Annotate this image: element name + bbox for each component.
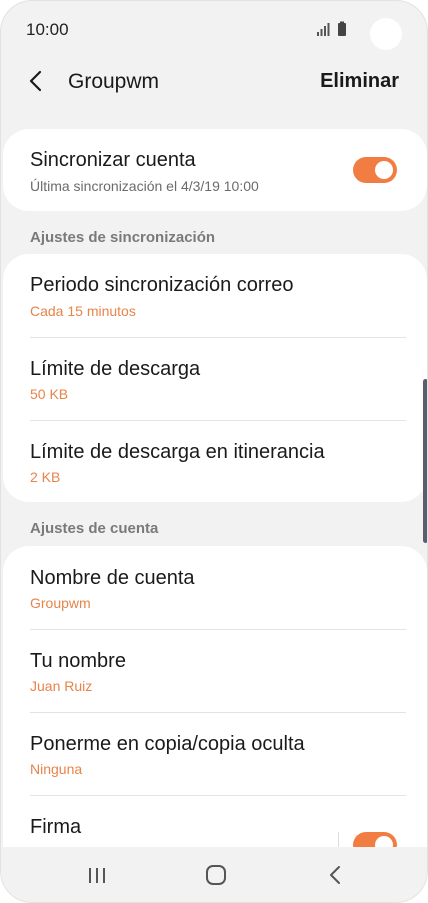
toggle-knob [375,161,393,179]
battery-icon [338,21,346,36]
download-limit-value: 50 KB [30,386,69,402]
sync-settings-card: Periodo sincronización correo Cada 15 mi… [3,254,427,502]
status-bar: 10:00 [1,1,427,57]
recent-apps-icon[interactable] [83,863,111,887]
sync-settings-header: Ajustes de sincronización [30,229,216,246]
sync-account-card: Sincronizar cuenta Última sincronización… [3,129,427,211]
download-limit-title: Límite de descarga [30,358,201,380]
home-icon[interactable] [202,863,230,887]
cc-bcc-row[interactable]: Ponerme en copia/copia oculta Ninguna [3,713,427,795]
sync-account-subtitle: Última sincronización el 4/3/19 10:00 [30,178,259,194]
roaming-download-limit-value: 2 KB [30,469,61,485]
account-settings-card: Nombre de cuenta Groupwm Tu nombre Juan … [3,546,427,886]
sync-account-title: Sincronizar cuenta [30,149,196,171]
signal-icon [317,23,330,36]
roaming-download-limit-title: Límite de descarga en itinerancia [30,441,325,463]
account-settings-header: Ajustes de cuenta [30,520,159,537]
cc-bcc-value: Ninguna [30,761,83,777]
camera-cutout [370,18,402,50]
sync-period-title: Periodo sincronización correo [30,274,294,296]
cc-bcc-title: Ponerme en copia/copia oculta [30,733,305,755]
scrollbar[interactable] [423,379,427,543]
your-name-value: Juan Ruiz [30,678,93,694]
account-name-title: Nombre de cuenta [30,567,195,589]
back-icon[interactable] [322,863,350,887]
account-name-value: Groupwm [30,595,91,611]
roaming-download-limit-row[interactable]: Límite de descarga en itinerancia 2 KB [3,421,427,502]
status-icons [317,21,346,36]
signature-title: Firma [30,816,82,838]
sync-period-row[interactable]: Periodo sincronización correo Cada 15 mi… [3,254,427,337]
navigation-bar [1,847,427,902]
download-limit-row[interactable]: Límite de descarga 50 KB [3,338,427,420]
delete-button[interactable]: Eliminar [320,70,399,93]
your-name-row[interactable]: Tu nombre Juan Ruiz [3,630,427,712]
phone-screen: 10:00 Groupwm Eliminar Sincronizar cuent… [0,0,428,903]
page-title: Groupwm [68,70,160,93]
back-arrow-icon[interactable] [24,69,48,93]
your-name-title: Tu nombre [30,650,126,672]
app-bar: Groupwm Eliminar [1,57,427,107]
account-name-row[interactable]: Nombre de cuenta Groupwm [3,546,427,629]
sync-period-value: Cada 15 minutos [30,303,136,319]
status-time: 10:00 [26,20,69,39]
sync-account-toggle[interactable] [353,157,397,183]
sync-account-row[interactable]: Sincronizar cuenta Última sincronización… [3,129,427,211]
